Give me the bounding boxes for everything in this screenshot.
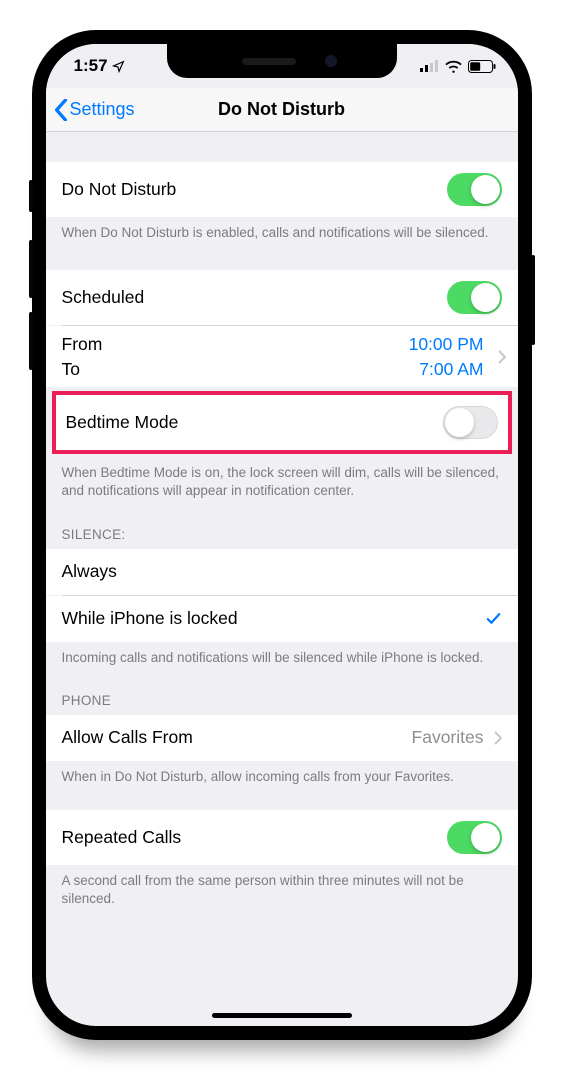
back-label: Settings: [70, 99, 135, 120]
screen: 1:57: [46, 44, 518, 1026]
silence-always-row[interactable]: Always: [46, 549, 518, 595]
scheduled-label: Scheduled: [62, 287, 145, 308]
dnd-label: Do Not Disturb: [62, 179, 177, 200]
allow-calls-row[interactable]: Allow Calls From Favorites: [46, 715, 518, 761]
chevron-right-icon: [494, 731, 502, 745]
notch: [167, 44, 397, 78]
allow-calls-footer: When in Do Not Disturb, allow incoming c…: [46, 761, 518, 796]
chevron-right-icon: [498, 350, 506, 364]
phone-frame: 1:57: [32, 30, 532, 1040]
back-button[interactable]: Settings: [46, 99, 135, 121]
location-icon: [112, 60, 125, 73]
nav-bar: Settings Do Not Disturb: [46, 88, 518, 132]
repeated-calls-toggle[interactable]: [447, 821, 502, 854]
chevron-left-icon: [54, 99, 68, 121]
schedule-from-label: From: [62, 332, 103, 357]
scheduled-row[interactable]: Scheduled: [46, 270, 518, 325]
battery-icon: [468, 60, 496, 73]
silence-footer: Incoming calls and notifications will be…: [46, 642, 518, 677]
wifi-icon: [445, 60, 462, 73]
silence-always-label: Always: [62, 561, 117, 582]
silence-locked-label: While iPhone is locked: [62, 608, 238, 629]
phone-header: PHONE: [46, 677, 518, 715]
dnd-toggle[interactable]: [447, 173, 502, 206]
bedtime-label: Bedtime Mode: [66, 412, 179, 433]
bedtime-footer: When Bedtime Mode is on, the lock screen…: [46, 454, 518, 510]
home-indicator[interactable]: [212, 1013, 352, 1018]
bedtime-toggle[interactable]: [443, 406, 498, 439]
schedule-to-value: 7:00 AM: [409, 357, 484, 382]
dnd-row[interactable]: Do Not Disturb: [46, 162, 518, 217]
silence-locked-row[interactable]: While iPhone is locked: [46, 596, 518, 642]
bedtime-row[interactable]: Bedtime Mode: [56, 395, 508, 450]
allow-calls-value: Favorites: [412, 727, 484, 748]
volume-down-button: [29, 312, 33, 370]
bedtime-highlight: Bedtime Mode: [52, 391, 512, 454]
status-time: 1:57: [74, 56, 108, 76]
schedule-from-value: 10:00 PM: [409, 332, 484, 357]
repeated-calls-row[interactable]: Repeated Calls: [46, 810, 518, 865]
schedule-to-label: To: [62, 357, 103, 382]
settings-content[interactable]: Do Not Disturb When Do Not Disturb is en…: [46, 132, 518, 1026]
mute-switch: [29, 180, 33, 212]
repeated-calls-footer: A second call from the same person withi…: [46, 865, 518, 928]
allow-calls-label: Allow Calls From: [62, 727, 193, 748]
volume-up-button: [29, 240, 33, 298]
power-button: [531, 255, 535, 345]
cellular-icon: [420, 60, 439, 72]
silence-header: SILENCE:: [46, 511, 518, 549]
dnd-footer: When Do Not Disturb is enabled, calls an…: [46, 217, 518, 252]
schedule-time-row[interactable]: From To 10:00 PM 7:00 AM: [46, 326, 518, 387]
repeated-calls-label: Repeated Calls: [62, 827, 182, 848]
page-title: Do Not Disturb: [218, 99, 345, 120]
checkmark-icon: [485, 610, 502, 627]
scheduled-toggle[interactable]: [447, 281, 502, 314]
